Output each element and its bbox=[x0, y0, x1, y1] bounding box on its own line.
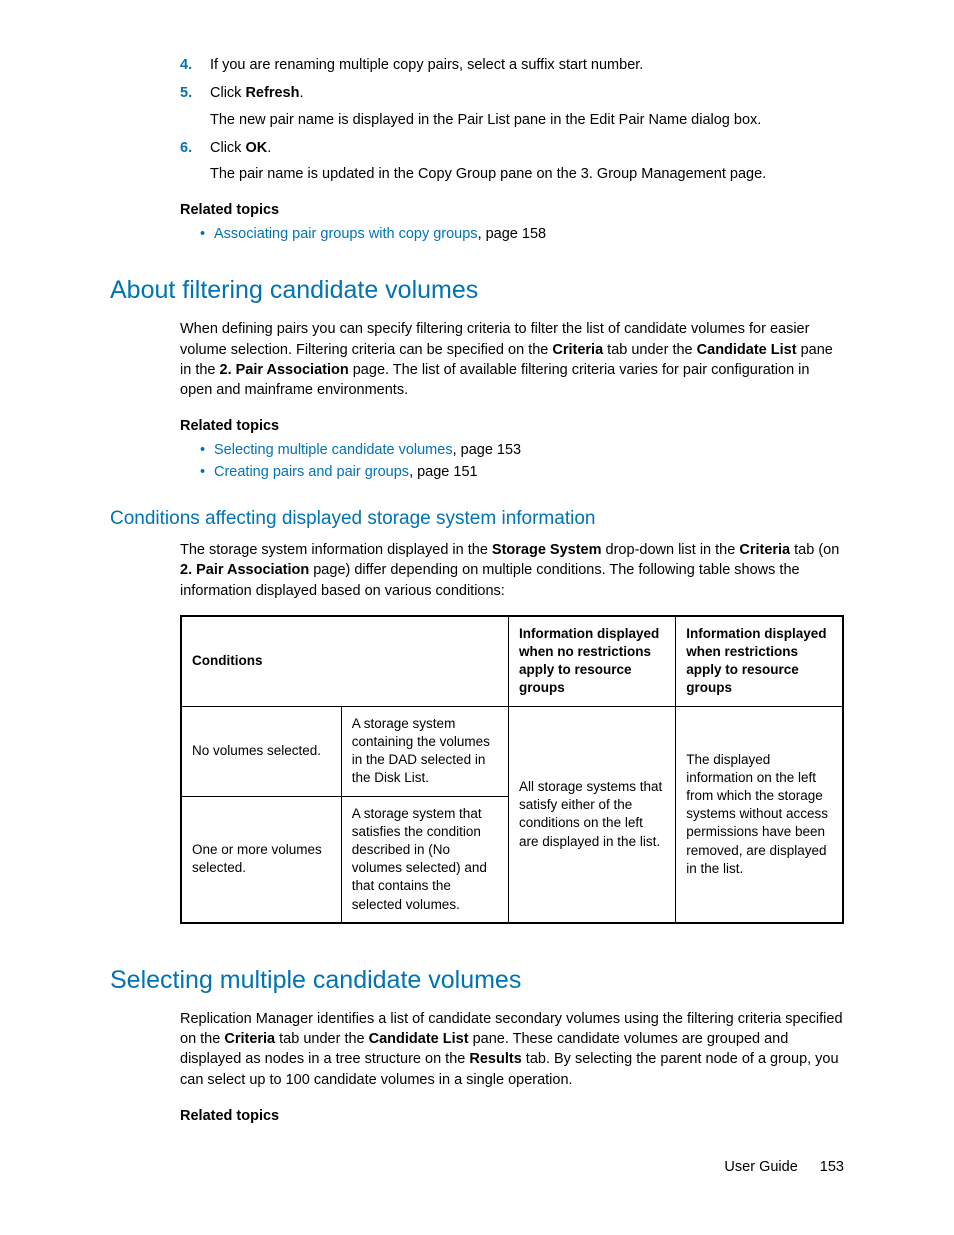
table-header-restrict: Information displayed when restrictions … bbox=[676, 616, 843, 706]
steps-continuation: 4. If you are renaming multiple copy pai… bbox=[180, 55, 844, 184]
table-header-no-restrict: Information displayed when no restrictio… bbox=[509, 616, 676, 706]
related-item: Selecting multiple candidate volumes, pa… bbox=[200, 440, 844, 462]
related-link[interactable]: Associating pair groups with copy groups bbox=[214, 226, 478, 242]
bold-text: Criteria bbox=[224, 1031, 275, 1047]
table-header-conditions: Conditions bbox=[181, 616, 509, 706]
section-heading-selecting: Selecting multiple candidate volumes bbox=[110, 966, 844, 995]
step-suffix: . bbox=[267, 140, 271, 156]
related-topics-list: Associating pair groups with copy groups… bbox=[200, 224, 844, 246]
step-6: 6. Click OK. The pair name is updated in… bbox=[180, 138, 844, 185]
bold-text: Criteria bbox=[552, 342, 603, 358]
bold-text: Storage System bbox=[492, 542, 602, 558]
table-row: No volumes selected. A storage system co… bbox=[181, 706, 843, 796]
step-number: 4. bbox=[180, 55, 192, 75]
step-bold: OK bbox=[245, 140, 267, 156]
table-cell-condition: No volumes selected. bbox=[181, 706, 341, 796]
text: drop-down list in the bbox=[602, 542, 740, 558]
related-item: Associating pair groups with copy groups… bbox=[200, 224, 844, 246]
step-text: Click Refresh. bbox=[210, 83, 844, 103]
step-prefix: Click bbox=[210, 85, 245, 101]
section-paragraph: When defining pairs you can specify filt… bbox=[180, 319, 844, 400]
step-4: 4. If you are renaming multiple copy pai… bbox=[180, 55, 844, 75]
footer-doc-title: User Guide bbox=[724, 1159, 797, 1175]
bold-text: 2. Pair Association bbox=[220, 362, 349, 378]
step-subtext: The pair name is updated in the Copy Gro… bbox=[210, 164, 844, 184]
table-cell-detail: A storage system that satisfies the cond… bbox=[341, 796, 508, 923]
step-subtext: The new pair name is displayed in the Pa… bbox=[210, 110, 844, 130]
text: The storage system information displayed… bbox=[180, 542, 492, 558]
subsection-heading-conditions: Conditions affecting displayed storage s… bbox=[110, 508, 844, 530]
step-number: 6. bbox=[180, 138, 192, 158]
footer-page-number: 153 bbox=[820, 1159, 844, 1175]
related-link[interactable]: Creating pairs and pair groups bbox=[214, 464, 409, 480]
related-tail: , page 158 bbox=[478, 226, 547, 242]
step-text: If you are renaming multiple copy pairs,… bbox=[210, 55, 844, 75]
page-footer: User Guide 153 bbox=[724, 1159, 844, 1175]
step-5: 5. Click Refresh. The new pair name is d… bbox=[180, 83, 844, 130]
section-body: Replication Manager identifies a list of… bbox=[180, 1009, 844, 1090]
related-item: Creating pairs and pair groups, page 151 bbox=[200, 462, 844, 484]
section-paragraph: Replication Manager identifies a list of… bbox=[180, 1009, 844, 1090]
bold-text: Results bbox=[469, 1051, 521, 1067]
bold-text: Candidate List bbox=[697, 342, 797, 358]
table-cell-merged-restrict: The displayed information on the left fr… bbox=[676, 706, 843, 923]
table-header-row: Conditions Information displayed when no… bbox=[181, 616, 843, 706]
step-number: 5. bbox=[180, 83, 192, 103]
step-prefix: Click bbox=[210, 140, 245, 156]
conditions-table: Conditions Information displayed when no… bbox=[180, 615, 844, 924]
bold-text: Candidate List bbox=[369, 1031, 469, 1047]
text: tab (on bbox=[790, 542, 839, 558]
bold-text: 2. Pair Association bbox=[180, 562, 309, 578]
text: tab under the bbox=[603, 342, 697, 358]
document-page: 4. If you are renaming multiple copy pai… bbox=[0, 0, 954, 1235]
related-topics-list: Selecting multiple candidate volumes, pa… bbox=[200, 440, 844, 484]
related-tail: , page 153 bbox=[453, 442, 522, 458]
table-cell-detail: A storage system containing the volumes … bbox=[341, 706, 508, 796]
section-heading-filtering: About filtering candidate volumes bbox=[110, 276, 844, 305]
subsection-body: The storage system information displayed… bbox=[180, 540, 844, 601]
related-topics-heading: Related topics bbox=[180, 418, 844, 434]
related-topics-heading: Related topics bbox=[180, 202, 844, 218]
step-bold: Refresh bbox=[245, 85, 299, 101]
subsection-paragraph: The storage system information displayed… bbox=[180, 540, 844, 601]
table-cell-condition: One or more volumes selected. bbox=[181, 796, 341, 923]
related-topics-heading: Related topics bbox=[180, 1108, 844, 1124]
related-link[interactable]: Selecting multiple candidate volumes bbox=[214, 442, 453, 458]
ordered-steps: 4. If you are renaming multiple copy pai… bbox=[180, 55, 844, 184]
section-body: When defining pairs you can specify filt… bbox=[180, 319, 844, 400]
text: tab under the bbox=[275, 1031, 369, 1047]
related-tail: , page 151 bbox=[409, 464, 478, 480]
step-suffix: . bbox=[299, 85, 303, 101]
bold-text: Criteria bbox=[739, 542, 790, 558]
table-cell-merged-no-restrict: All storage systems that satisfy either … bbox=[509, 706, 676, 923]
step-text: Click OK. bbox=[210, 138, 844, 158]
